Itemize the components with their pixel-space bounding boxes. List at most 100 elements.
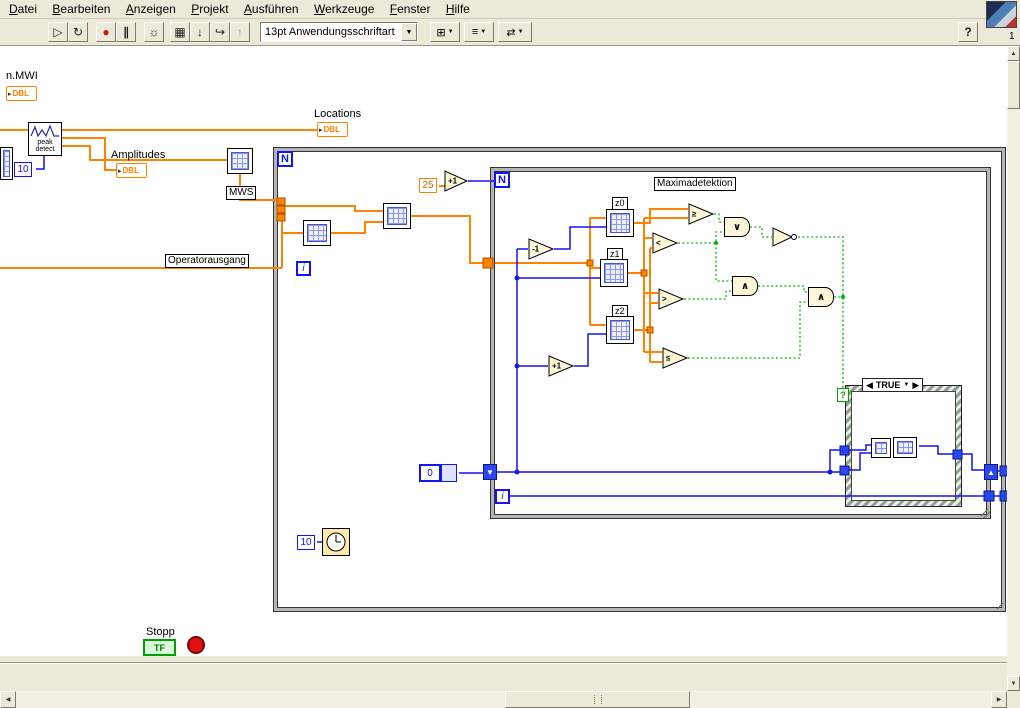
scroll-down-button[interactable]: ▼ [1007, 676, 1020, 691]
outer-loop-count-terminal[interactable]: N [277, 151, 293, 167]
increment-node-top[interactable]: +1 [444, 170, 468, 192]
shift-register-right[interactable]: ▲ [984, 464, 998, 480]
array-grid-pattern [604, 263, 624, 283]
scroll-right-button[interactable]: ▶ [991, 691, 1007, 708]
clipped-vi-icon[interactable] [0, 147, 13, 180]
index-array-z2[interactable] [606, 316, 634, 344]
increment-node[interactable]: +1 [548, 355, 574, 377]
not-gate-node[interactable] [772, 227, 798, 247]
case-prev-icon[interactable]: ◀ [866, 380, 873, 391]
case-next-icon[interactable]: ▶ [912, 380, 919, 391]
inner-loop-count-terminal[interactable]: N [494, 172, 510, 188]
less-than-symbol: < [656, 238, 661, 248]
abort-icon: ● [102, 25, 110, 39]
decrement-node[interactable]: -1 [528, 238, 554, 260]
and-gate-node-2[interactable]: ∧ [808, 287, 834, 307]
index-array-node-1[interactable] [303, 220, 331, 246]
horizontal-scroll-thumb[interactable] [505, 691, 690, 708]
operatorausgang-label[interactable]: Operatorausgang [165, 254, 249, 268]
wait-ms-clock-node[interactable] [322, 528, 350, 556]
menu-datei[interactable]: Datei [3, 0, 43, 18]
case-selector-tunnel[interactable]: ? [837, 388, 849, 402]
labview-logo [986, 1, 1017, 28]
amplitudes-label[interactable]: Amplitudes [111, 149, 165, 161]
index-array-z1[interactable] [600, 259, 628, 287]
scroll-up-button[interactable]: ▲ [1007, 46, 1020, 61]
run-continuous-icon: ↻ [72, 25, 84, 39]
locations-dbl-terminal[interactable]: ▸ DBL [317, 122, 348, 137]
array-grid-pattern [897, 441, 913, 454]
help-icon: ? [964, 25, 972, 39]
peak-detect-vi[interactable]: peak detect [28, 122, 62, 156]
retain-wire-values-button[interactable]: ▦ [170, 22, 190, 42]
distribute-objects-icon: ≡ [471, 26, 479, 38]
array-constant-index[interactable]: 0 [419, 464, 441, 482]
menubar: Datei Bearbeiten Anzeigen Projekt Ausfüh… [0, 0, 1020, 19]
peak-detect-text: peak [37, 139, 53, 146]
block-diagram-canvas[interactable]: n.MWI ▸ DBL peak detect 10 Amplitudes ▸ … [0, 46, 1007, 656]
case-array-node-1[interactable] [871, 438, 891, 458]
distribute-objects-dropdown[interactable]: ≡ ▼ [464, 22, 494, 42]
build-array-node[interactable] [227, 148, 253, 174]
step-out-button[interactable]: ↑ [230, 22, 250, 42]
and-gate-node-1[interactable]: ∧ [732, 276, 758, 296]
greater-than-node[interactable]: > [658, 288, 684, 310]
menu-werkzeuge[interactable]: Werkzeuge [308, 0, 380, 18]
menu-ausfuehren[interactable]: Ausführen [238, 0, 305, 18]
scroll-left-button[interactable]: ◀ [0, 691, 16, 708]
stopp-tf-terminal[interactable]: TF [143, 639, 176, 656]
menu-hilfe[interactable]: Hilfe [440, 0, 476, 18]
locations-label[interactable]: Locations [314, 108, 361, 120]
font-selector-dropdown-icon[interactable]: ▼ [401, 23, 417, 41]
font-selector[interactable]: 13pt Anwendungsschriftart ▼ [260, 22, 418, 42]
horizontal-scrollbar[interactable]: ◀ ▶ [0, 691, 1007, 708]
menu-fenster[interactable]: Fenster [384, 0, 437, 18]
align-objects-icon: ⊞ [436, 26, 446, 39]
vertical-scroll-thumb[interactable] [1007, 61, 1020, 109]
index-array-z0[interactable] [606, 209, 634, 237]
or-gate-node[interactable]: ∨ [724, 217, 750, 237]
array-constant-element[interactable] [441, 464, 457, 482]
dbl-type-label: DBL [12, 89, 29, 98]
pause-icon: ∥ [123, 25, 129, 39]
wait-ms-constant[interactable]: 10 [297, 535, 315, 550]
less-equal-node[interactable]: ≤ [662, 347, 688, 369]
n-mwi-label[interactable]: n.MWI [6, 70, 38, 82]
inner-loop-index-terminal[interactable]: i [495, 489, 510, 504]
run-button[interactable]: ▷ [48, 22, 68, 42]
greater-equal-node[interactable]: ≥ [688, 203, 714, 225]
reorder-objects-dropdown[interactable]: ⇄ ▼ [498, 22, 532, 42]
menu-anzeigen[interactable]: Anzeigen [120, 0, 182, 18]
step-into-button[interactable]: ↓ [190, 22, 210, 42]
align-objects-dropdown[interactable]: ⊞ ▼ [430, 22, 460, 42]
case-dropdown-icon[interactable]: ▼ [903, 382, 909, 388]
window-size-constant[interactable]: 25 [419, 178, 437, 193]
step-over-button[interactable]: ↪ [210, 22, 230, 42]
stop-button-glyph[interactable] [187, 636, 205, 654]
outer-loop-index-terminal[interactable]: i [296, 261, 311, 276]
shift-register-left[interactable]: ▼ [483, 464, 497, 480]
abort-button[interactable]: ● [96, 22, 116, 42]
pause-button[interactable]: ∥ [116, 22, 136, 42]
highlight-execution-button[interactable]: ☼ [144, 22, 164, 42]
step-over-icon: ↪ [214, 25, 226, 39]
vertical-scrollbar[interactable]: ▲ ▼ [1007, 46, 1020, 691]
n-mwi-dbl-terminal[interactable]: ▸ DBL [6, 86, 37, 101]
context-help-button[interactable]: ? [958, 22, 978, 42]
menu-bearbeiten[interactable]: Bearbeiten [46, 0, 116, 18]
reorder-dropdown-icon: ▼ [517, 29, 524, 35]
run-continuous-button[interactable]: ↻ [68, 22, 88, 42]
step-out-icon: ↑ [237, 25, 243, 39]
menu-projekt[interactable]: Projekt [185, 0, 234, 18]
stopp-label[interactable]: Stopp [146, 626, 175, 638]
case-array-node-2[interactable] [893, 437, 917, 458]
amplitudes-dbl-terminal[interactable]: ▸ DBL [116, 163, 147, 178]
mws-label[interactable]: MWS [226, 186, 257, 200]
case-selector-value: TRUE [875, 380, 901, 390]
less-than-node[interactable]: < [652, 232, 678, 254]
width-constant-10[interactable]: 10 [14, 162, 32, 177]
case-selector[interactable]: ◀ TRUE ▼ ▶ [862, 378, 924, 392]
maximadetektion-label[interactable]: Maximadetektion [654, 177, 736, 191]
index-array-node-2[interactable] [383, 203, 411, 229]
terminal-arrow-icon: ▸ [319, 126, 323, 134]
